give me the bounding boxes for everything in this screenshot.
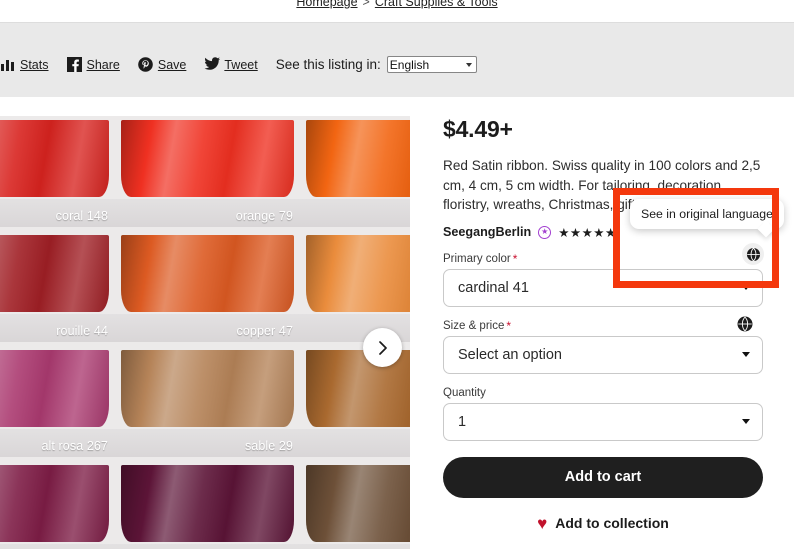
ribbon-swatch [306, 235, 410, 312]
swatch-cell[interactable] [300, 457, 410, 549]
chevron-right-icon [378, 340, 387, 355]
ribbon-swatch [121, 235, 294, 312]
breadcrumb: Homepage > Craft Supplies & Tools [0, 0, 794, 9]
swatch-cell[interactable]: pfirsich 145 [300, 227, 410, 342]
size-price-field: Size & price * Select an option [443, 316, 773, 374]
swatch-label: copper 47 [236, 324, 293, 338]
size-price-select[interactable]: Select an option [443, 335, 763, 374]
ribbon-swatch [306, 120, 410, 197]
swatch-cell[interactable]: orange 79 [115, 116, 300, 227]
chart-icon [0, 57, 15, 72]
required-marker: * [506, 318, 512, 333]
stats-button[interactable]: Stats [0, 57, 49, 72]
quantity-label: Quantity [443, 386, 486, 399]
chevron-down-icon [465, 62, 472, 67]
swatch-cell[interactable] [0, 457, 115, 549]
share-button[interactable]: Share [66, 57, 120, 72]
add-to-cart-button[interactable]: Add to cart [443, 456, 763, 498]
quantity-select[interactable]: 1 [443, 402, 763, 441]
required-marker: * [512, 251, 518, 266]
swatch-label: orange 79 [235, 209, 293, 223]
primary-color-value: cardinal 41 [458, 279, 529, 296]
swatch-cell[interactable]: rouille 44 [0, 227, 115, 342]
product-image-gallery[interactable]: coral 148 orange 79 tango 39 rouille 44 [0, 116, 410, 549]
primary-color-label: Primary color [443, 252, 511, 265]
listing-toolbar: Stats Share Save Tweet See this listing … [0, 56, 477, 73]
listing-page: Homepage > Craft Supplies & Tools Stats Sh… [0, 0, 794, 549]
language-select-value: English [389, 57, 430, 72]
star-seller-badge-icon: ★ [538, 225, 552, 239]
swatch-cell[interactable]: alt rosa 267 [0, 342, 115, 457]
shelf [0, 544, 115, 549]
listing-details: $4.49+ Red Satin ribbon. Swiss quality i… [443, 116, 773, 532]
quantity-value: 1 [458, 413, 467, 430]
size-price-label: Size & price [443, 319, 505, 332]
swatch-label: sable 29 [244, 439, 293, 453]
size-price-label-row: Size & price * [443, 320, 773, 332]
swatch-grid: coral 148 orange 79 tango 39 rouille 44 [0, 116, 410, 549]
breadcrumb-item-craft-supplies[interactable]: Craft Supplies & Tools [375, 0, 498, 9]
facebook-icon [66, 57, 82, 72]
size-price-value: Select an option [458, 346, 562, 363]
add-to-collection-label: Add to collection [555, 515, 669, 531]
quantity-field: Quantity 1 [443, 387, 773, 441]
swatch-cell[interactable]: copper 47 [115, 227, 300, 342]
shop-name[interactable]: SeegangBerlin [443, 225, 531, 239]
next-image-button[interactable] [363, 328, 402, 367]
ribbon-swatch [121, 350, 294, 427]
language-switcher: See this listing in: English [276, 56, 477, 73]
ribbon-swatch [0, 350, 109, 427]
save-button[interactable]: Save [138, 57, 187, 72]
highlight-box [613, 188, 779, 288]
ribbon-swatch [0, 465, 109, 542]
chevron-down-icon [742, 419, 750, 424]
swatch-cell[interactable]: coral 148 [0, 116, 115, 227]
rating-stars[interactable]: ★★★★★ [558, 225, 617, 240]
breadcrumb-separator: > [362, 0, 370, 9]
breadcrumb-item-homepage[interactable]: Homepage [296, 0, 357, 9]
swatch-label: rouille 44 [56, 324, 108, 338]
ribbon-swatch [0, 120, 109, 197]
price: $4.49+ [443, 116, 513, 142]
heart-icon: ♥ [537, 513, 548, 533]
language-prompt-label: See this listing in: [275, 57, 381, 72]
stats-label: Stats [20, 57, 49, 72]
twitter-icon [204, 57, 221, 72]
swatch-cell[interactable]: tango 39 [300, 116, 410, 227]
chevron-down-icon [742, 352, 750, 357]
quantity-label-row: Quantity [443, 387, 773, 399]
share-label: Share [86, 57, 120, 72]
shelf [300, 429, 410, 457]
ribbon-swatch [306, 465, 410, 542]
swatch-label: coral 148 [55, 209, 108, 223]
save-label: Save [157, 57, 187, 72]
swatch-cell[interactable] [115, 457, 300, 549]
shelf [115, 544, 300, 549]
pinterest-icon [138, 57, 153, 72]
add-to-collection-button[interactable]: ♥ Add to collection [443, 515, 763, 532]
tweet-label: Tweet [224, 57, 258, 72]
shelf [300, 544, 410, 549]
ribbon-swatch [121, 120, 294, 197]
translate-globe-icon[interactable] [737, 316, 753, 332]
tweet-button[interactable]: Tweet [204, 57, 258, 72]
ribbon-swatch [0, 235, 109, 312]
swatch-cell[interactable]: sable 29 [115, 342, 300, 457]
language-select[interactable]: English [386, 56, 477, 73]
swatch-label: alt rosa 267 [41, 439, 108, 453]
ribbon-swatch [121, 465, 294, 542]
shelf [300, 199, 410, 227]
